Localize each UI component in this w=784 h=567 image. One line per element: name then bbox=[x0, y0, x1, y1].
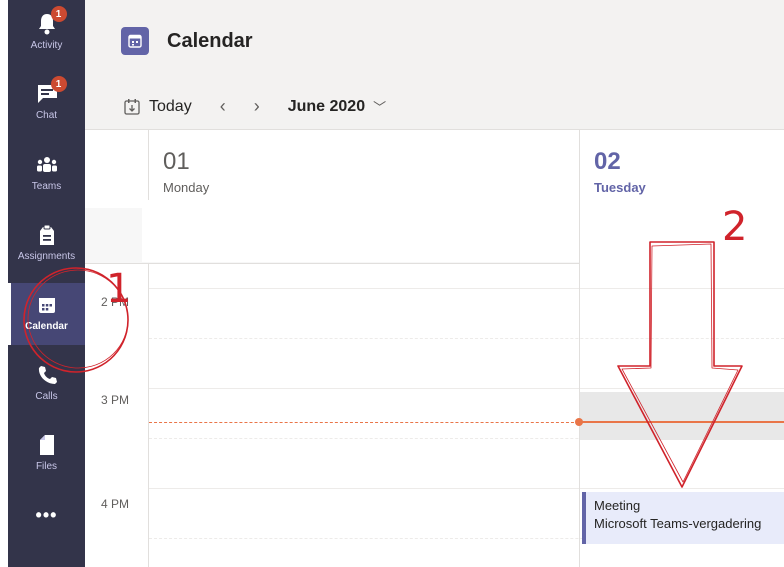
title-bar: Calendar bbox=[85, 10, 784, 72]
busy-time-block[interactable] bbox=[580, 392, 784, 440]
app-header: Calendar bbox=[85, 0, 784, 90]
rail-label-files: Files bbox=[35, 461, 58, 472]
all-day-row bbox=[85, 200, 784, 264]
day-header-tuesday[interactable]: 02 Tuesday bbox=[579, 130, 784, 208]
annotation-number-1: 1 bbox=[106, 266, 132, 312]
rail-label-calendar: Calendar bbox=[25, 321, 68, 332]
current-time-dot bbox=[575, 418, 583, 426]
teams-icon bbox=[35, 153, 59, 177]
day-name: Monday bbox=[163, 180, 210, 195]
day-number: 01 bbox=[163, 148, 190, 175]
grid-line bbox=[149, 388, 784, 389]
prev-button[interactable]: ‹ bbox=[220, 96, 226, 117]
assignments-icon bbox=[35, 223, 59, 247]
next-button[interactable]: › bbox=[254, 96, 260, 117]
window-edge bbox=[0, 0, 8, 567]
calendar-app-icon bbox=[121, 27, 149, 55]
rail-item-assignments[interactable]: Assignments bbox=[8, 213, 85, 275]
rail-item-files[interactable]: Files bbox=[8, 423, 85, 485]
all-day-cell-tuesday[interactable] bbox=[579, 208, 784, 264]
rail-label-chat: Chat bbox=[35, 110, 58, 121]
day-header-monday[interactable]: 01 Monday bbox=[149, 130, 579, 208]
all-day-cell-monday[interactable] bbox=[142, 200, 579, 262]
today-label: Today bbox=[149, 97, 192, 115]
chevron-down-icon: ﹀ bbox=[373, 100, 387, 115]
meeting-event[interactable]: Meeting Microsoft Teams-vergadering bbox=[582, 492, 784, 544]
month-label: June 2020 bbox=[287, 97, 366, 115]
grid-line bbox=[149, 288, 784, 289]
rail-item-activity[interactable]: 1 Activity bbox=[8, 2, 85, 64]
hour-label: 4 PM bbox=[101, 497, 130, 511]
file-icon bbox=[35, 433, 59, 457]
grid-line bbox=[149, 338, 784, 339]
rail-label-activity: Activity bbox=[30, 40, 63, 51]
rail-label-assignments: Assignments bbox=[17, 251, 76, 262]
activity-badge: 1 bbox=[50, 6, 67, 22]
annotation-number-2: 2 bbox=[722, 204, 748, 250]
more-apps-button[interactable]: ••• bbox=[8, 505, 85, 545]
chat-badge: 1 bbox=[50, 76, 67, 92]
calendar-today-icon bbox=[124, 98, 140, 115]
calendar-grid: 01 Monday 02 Tuesday 2 PM 3 PM 4 PM Meet… bbox=[85, 130, 784, 567]
rail-label-calls: Calls bbox=[35, 391, 58, 402]
rail-item-chat[interactable]: 1 Chat bbox=[8, 72, 85, 134]
bell-icon: 1 bbox=[35, 6, 67, 36]
current-time-line bbox=[149, 422, 579, 423]
meeting-subtitle: Microsoft Teams-vergadering bbox=[594, 516, 762, 531]
day-number: 02 bbox=[594, 148, 621, 175]
today-button[interactable]: Today bbox=[123, 98, 192, 116]
calendar-toolbar: Today ‹ › June 2020 ﹀ bbox=[85, 84, 784, 130]
phone-icon bbox=[35, 363, 59, 387]
rail-item-calendar[interactable]: Calendar bbox=[8, 283, 85, 345]
month-picker[interactable]: June 2020 ﹀ bbox=[288, 97, 386, 116]
grid-line bbox=[149, 488, 784, 489]
current-time-line-today bbox=[579, 421, 784, 423]
meeting-title: Meeting bbox=[594, 498, 641, 513]
day-name: Tuesday bbox=[594, 180, 646, 195]
calendar-icon bbox=[35, 293, 59, 317]
rail-label-teams: Teams bbox=[31, 181, 62, 192]
rail-item-calls[interactable]: Calls bbox=[8, 353, 85, 415]
rail-item-teams[interactable]: Teams bbox=[8, 143, 85, 205]
chat-icon: 1 bbox=[35, 76, 67, 106]
hour-label: 3 PM bbox=[101, 393, 130, 407]
page-title: Calendar bbox=[167, 29, 253, 52]
